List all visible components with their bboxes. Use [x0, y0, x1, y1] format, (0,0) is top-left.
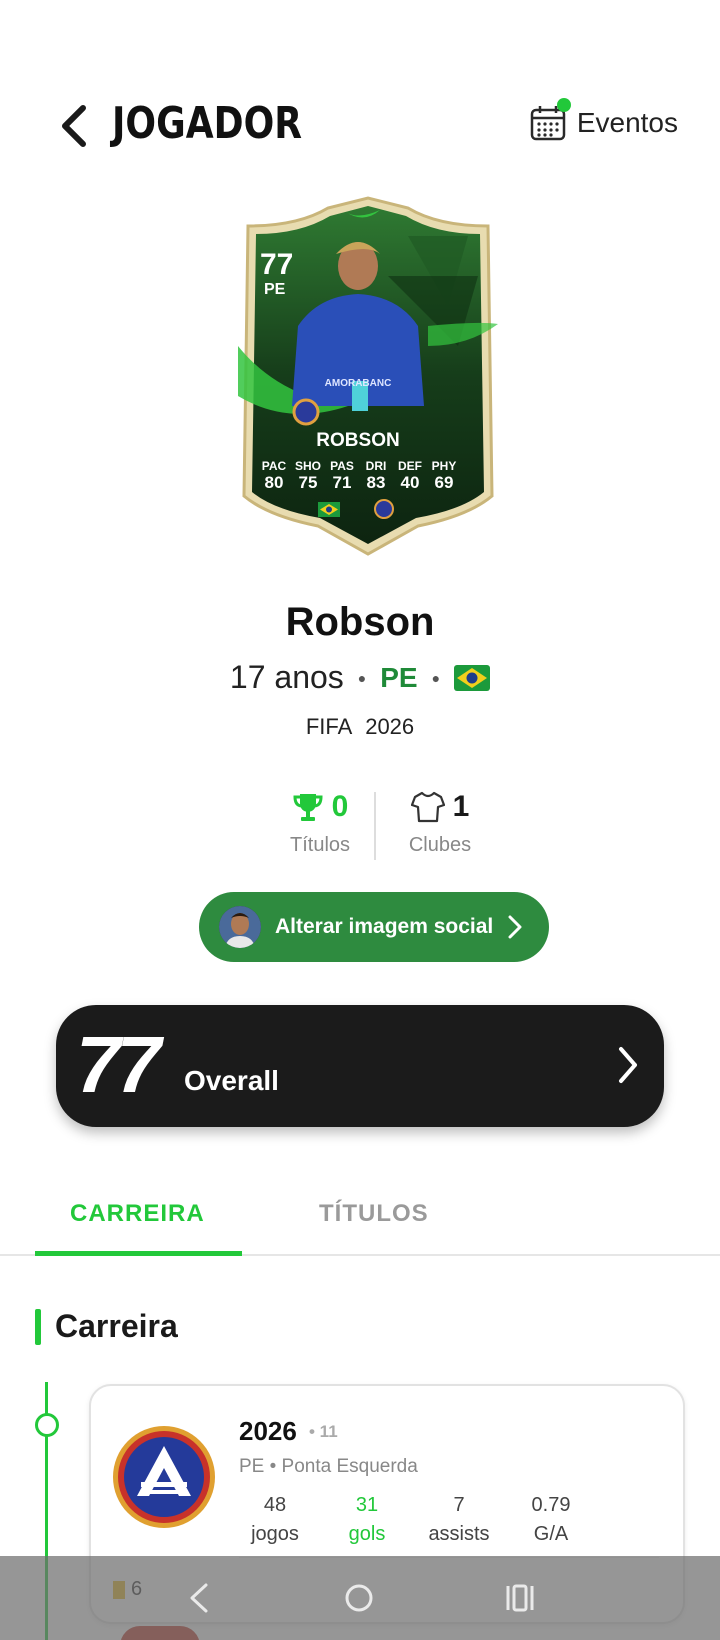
events-button[interactable]: Eventos	[529, 98, 678, 142]
system-back-icon[interactable]	[184, 1581, 214, 1615]
titles-count: 0	[331, 790, 349, 823]
section-header: Carreira	[35, 1308, 178, 1345]
card-position: PE	[264, 281, 286, 298]
chevron-right-icon	[619, 1047, 637, 1083]
clubs-label: Clubes	[408, 834, 472, 856]
club-logo-icon	[113, 1426, 215, 1528]
tab-career[interactable]: CARREIRA	[70, 1200, 205, 1228]
system-navigation-bar	[0, 1556, 720, 1640]
game-info: FIFA 2026	[0, 714, 720, 740]
card-flag-icon	[318, 502, 340, 517]
game-name: FIFA	[305, 714, 352, 739]
active-tab-indicator	[35, 1251, 242, 1256]
stat-value: 7	[453, 1494, 465, 1516]
player-meta: 17 anos ● PE ●	[0, 659, 720, 696]
section-accent-bar	[35, 1308, 41, 1345]
career-stat-games: 48 jogos	[229, 1494, 321, 1546]
overall-card[interactable]: 77 Overall	[56, 1005, 664, 1127]
player-position: PE	[380, 661, 418, 693]
card-stat-label: PAC	[262, 459, 287, 473]
card-stat-value: 40	[401, 473, 420, 492]
player-card[interactable]: 77 PE AMORABANC ROBSON PAC 80 SHO 75 PAS…	[228, 196, 508, 568]
back-button[interactable]	[48, 100, 98, 152]
career-stat-ga: 0.79 G/A	[505, 1494, 597, 1546]
stat-value: 48	[263, 1494, 287, 1516]
page-title: JOGADOR	[112, 98, 303, 149]
titles-label: Títulos	[289, 834, 351, 856]
card-stat-value: 69	[435, 473, 454, 492]
timeline-node	[35, 1413, 59, 1437]
events-label: Eventos	[576, 107, 678, 138]
card-sponsor: AMORABANC	[325, 378, 392, 389]
card-stat-label: PHY	[432, 459, 457, 473]
player-name: Robson	[285, 600, 435, 644]
brazil-flag-icon	[454, 664, 491, 691]
career-stat-assists: 7 assists	[413, 1494, 505, 1546]
card-stat-label: DRI	[366, 459, 387, 473]
stat-label: assists	[428, 1523, 490, 1545]
calendar-icon	[529, 98, 571, 142]
career-stats: 48 jogos 31 gols 7 assists 0.79 G/A	[229, 1494, 597, 1546]
system-home-icon[interactable]	[343, 1582, 375, 1614]
shirt-icon	[410, 791, 445, 823]
card-stat-label: SHO	[295, 459, 321, 473]
tab-titles[interactable]: TÍTULOS	[319, 1200, 429, 1228]
card-stat-value: 83	[367, 473, 386, 492]
titles-stat[interactable]: 0 Títulos	[270, 790, 370, 857]
tab-bar: CARREIRA TÍTULOS	[0, 1192, 720, 1256]
card-stat-value: 80	[265, 473, 284, 492]
summary-stats: 0 Títulos 1 Clubes	[0, 790, 720, 870]
avatar	[219, 906, 261, 948]
game-year: 2026	[365, 714, 415, 739]
stat-value: 31	[355, 1494, 379, 1516]
card-club-icon	[374, 499, 394, 519]
career-stat-goals: 31 gols	[321, 1494, 413, 1546]
chevron-right-icon	[508, 915, 522, 939]
stat-value: 0.79	[531, 1494, 571, 1516]
card-rating: 77	[260, 248, 293, 281]
clubs-stat[interactable]: 1 Clubes	[390, 790, 490, 857]
card-name: ROBSON	[316, 430, 399, 451]
header: JOGADOR Eventos	[0, 90, 720, 160]
trophy-icon	[293, 794, 323, 821]
divider	[374, 792, 376, 860]
stat-label: G/A	[533, 1523, 569, 1545]
player-age: 17 anos	[229, 659, 344, 695]
back-arrow-icon	[62, 105, 86, 147]
card-stat-label: DEF	[398, 459, 422, 473]
separator-dot: ●	[431, 669, 441, 686]
overall-value: 77	[76, 1020, 161, 1109]
separator-dot: ●	[357, 669, 367, 686]
career-position: PE • Ponta Esquerda	[239, 1456, 418, 1477]
overall-label: Overall	[184, 1065, 279, 1096]
social-button-label: Alterar imagem social	[275, 915, 494, 938]
career-year: 2026	[239, 1416, 297, 1446]
stat-label: jogos	[251, 1523, 299, 1545]
card-stat-label: PAS	[330, 459, 354, 473]
card-stat-value: 75	[299, 473, 318, 492]
section-title: Carreira	[55, 1308, 178, 1344]
player-info: Robson 17 anos ● PE ● FIFA 2026	[0, 600, 720, 740]
career-shirt-number: • 11	[309, 1422, 338, 1441]
card-stat-value: 71	[333, 473, 352, 492]
system-recents-icon[interactable]	[504, 1583, 536, 1613]
stat-label: gols	[348, 1523, 386, 1545]
change-social-image-button[interactable]: Alterar imagem social	[199, 892, 549, 962]
notification-dot	[556, 98, 571, 112]
clubs-count: 1	[452, 790, 470, 823]
